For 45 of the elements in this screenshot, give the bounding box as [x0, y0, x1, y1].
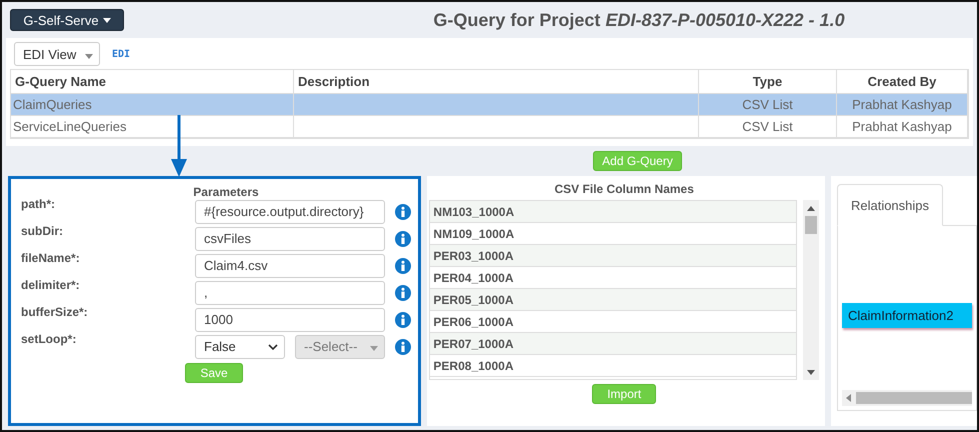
- edi-link[interactable]: EDI: [112, 48, 130, 60]
- table-cell[interactable]: Prabhat Kashyap: [837, 94, 968, 116]
- page-title: G-Query for Project EDI-837-P-005010-X222 - 1.0: [432, 10, 846, 30]
- info-icon[interactable]: [395, 338, 411, 354]
- view-select[interactable]: EDI View: [14, 42, 100, 66]
- menu-button[interactable]: G-Self-Serve: [10, 9, 124, 31]
- input-field[interactable]: 1000: [195, 308, 385, 332]
- table-cell[interactable]: Prabhat Kashyap: [837, 116, 968, 138]
- panel-title: Parameters: [192, 185, 260, 199]
- caret-icon: [370, 346, 378, 351]
- field-label: subDir:: [21, 224, 64, 238]
- select-field[interactable]: False: [195, 334, 285, 358]
- select-field[interactable]: --Select--: [295, 334, 385, 358]
- info-icon[interactable]: [395, 284, 411, 300]
- chevron-icon: [268, 344, 278, 350]
- input-field[interactable]: ,: [195, 280, 385, 304]
- caret-icon: [102, 18, 111, 22]
- table-cell[interactable]: CSV List: [699, 116, 837, 138]
- panel-title: CSV File Column Names: [554, 182, 694, 196]
- field-label: setLoop*:: [21, 332, 78, 346]
- field-label: delimiter*:: [21, 278, 81, 292]
- table-cell[interactable]: [294, 94, 699, 116]
- table-cell[interactable]: ClaimQueries: [11, 94, 294, 116]
- tab[interactable]: Relationships: [837, 184, 943, 226]
- input-field[interactable]: #{resource.output.directory}: [195, 200, 385, 224]
- list-item[interactable]: PER03_1000A: [430, 245, 796, 267]
- info-icon[interactable]: [395, 230, 411, 246]
- input-field[interactable]: Claim4.csv: [195, 254, 385, 278]
- field-label: fileName*:: [21, 251, 81, 265]
- info-icon[interactable]: [395, 312, 411, 328]
- table-cell[interactable]: ServiceLineQueries: [11, 116, 294, 138]
- list-item[interactable]: PER07_1000A: [430, 333, 796, 355]
- info-icon[interactable]: [395, 204, 411, 220]
- list-item[interactable]: NM103_1000A: [430, 201, 796, 223]
- table-cell[interactable]: CSV List: [699, 94, 837, 116]
- scrollbar[interactable]: [842, 390, 972, 406]
- info-icon[interactable]: [395, 258, 411, 274]
- field-label: path*:: [21, 197, 56, 211]
- list-item[interactable]: PER05_1000A: [430, 289, 796, 311]
- field-label: bufferSize*:: [21, 305, 89, 319]
- caret-icon: [85, 54, 93, 58]
- input-field[interactable]: csvFiles: [195, 226, 385, 250]
- diagram-node[interactable]: ClaimInformation2: [842, 302, 972, 328]
- scrollbar[interactable]: [803, 200, 819, 380]
- table-cell[interactable]: [294, 116, 699, 138]
